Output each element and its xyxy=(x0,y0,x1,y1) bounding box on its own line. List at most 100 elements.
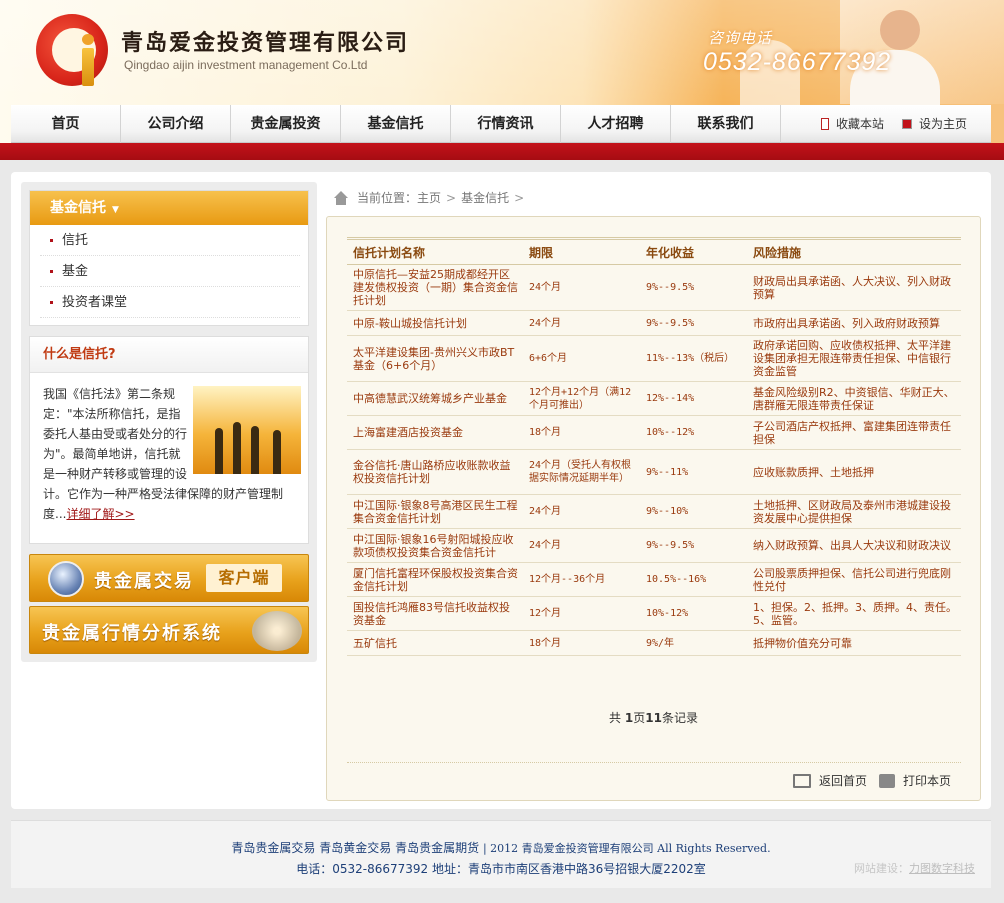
breadcrumb-separator: > xyxy=(446,191,457,205)
footer-copyright: | 2012 青岛爱金投资管理有限公司 All Rights Reserved. xyxy=(482,842,771,855)
header-red-band xyxy=(0,143,1004,160)
main-nav: 首页 公司介绍 贵金属投资 基金信托 行情资讯 人才招聘 联系我们 收藏本站 设… xyxy=(11,105,991,143)
nav-item-market-news[interactable]: 行情资讯 xyxy=(451,105,561,143)
pager-suffix: 条记录 xyxy=(661,711,698,725)
cell-plan-name[interactable]: 上海富建酒店投资基金 xyxy=(347,415,523,450)
nav-item-home[interactable]: 首页 xyxy=(11,105,121,143)
cell-plan-name[interactable]: 中江国际·银象16号射阳城投应收款项债权投资集合资金信托计 xyxy=(347,528,523,563)
logo-dot xyxy=(82,34,94,45)
analysis-system-text: 贵金属行情分析系统 xyxy=(42,623,222,644)
trading-client-text: 贵金属交易 xyxy=(94,571,194,592)
cell-annual-return: 9%--10% xyxy=(640,494,747,529)
learn-more-link[interactable]: 详细了解>> xyxy=(66,507,134,521)
cell-risk-measures: 财政局出具承诺函、人大决议、列入财政预算 xyxy=(747,264,961,311)
cell-term: 12个月 xyxy=(523,596,640,631)
silhouette-2 xyxy=(233,422,241,474)
trust-plan-table: 信托计划名称 期限 年化收益 风险措施 中原信托—安益25期成都经开区建发债权投… xyxy=(347,237,961,656)
hotline-label: 咨询电话 xyxy=(708,29,773,47)
pager-record-count: 11 xyxy=(645,711,662,725)
footer-credit-link[interactable]: 力图数字科技 xyxy=(909,862,975,875)
bookmark-icon xyxy=(821,118,829,130)
cell-plan-name[interactable]: 国投信托鸿雁83号信托收益权投资基金 xyxy=(347,596,523,631)
fund-category-title-text: 基金信托 xyxy=(50,200,106,216)
col-header-annual-return: 年化收益 xyxy=(640,238,747,265)
cell-risk-measures: 基金风险级别R2、中资银信、华财正大、唐群雁无限连带责任保证 xyxy=(747,381,961,416)
content-actions: 返回首页 打印本页 xyxy=(347,762,961,792)
nav-item-contact[interactable]: 联系我们 xyxy=(671,105,781,143)
table-row: 太平洋建设集团-贵州兴义市政BT基金（6+6个月） 6+6个月 11%--13%（税… xyxy=(347,335,961,382)
company-logo-icon[interactable] xyxy=(36,14,108,86)
footer-credit: 网站建设：力图数字科技 xyxy=(854,860,975,876)
what-is-trust-box: 什么是信托? 我国《信托法》第二条规定："本法所称信托，是指委托人基由受或者处分… xyxy=(29,336,309,544)
cell-risk-measures: 抵押物价值充分可靠 xyxy=(747,630,961,656)
table-header-row: 信托计划名称 期限 年化收益 风险措施 xyxy=(347,238,961,265)
cell-risk-measures: 公司股票质押担保、信托公司进行兜底刚性兑付 xyxy=(747,562,961,597)
nav-item-fund-trust[interactable]: 基金信托 xyxy=(341,105,451,143)
cell-plan-name[interactable]: 中江国际·银象8号高港区民生工程集合资金信托计划 xyxy=(347,494,523,529)
cell-term: 24个月 xyxy=(523,528,640,563)
breadcrumb: 当前位置： 主页 > 基金信托 > xyxy=(333,188,529,208)
table-row: 中高德慧武汉统筹城乡产业基金 12个月+12个月（满12个月可推出） 12%--14… xyxy=(347,381,961,416)
breadcrumb-current[interactable]: 基金信托 xyxy=(461,188,509,208)
analysis-system-banner[interactable]: 贵金属行情分析系统 xyxy=(29,606,309,654)
cell-annual-return: 12%--14% xyxy=(640,381,747,416)
hotline-number: 0532-86677392 xyxy=(703,48,892,76)
what-is-trust-title: 什么是信托? xyxy=(30,337,308,373)
cell-plan-name[interactable]: 太平洋建设集团-贵州兴义市政BT基金（6+6个月） xyxy=(347,335,523,382)
fund-category-box: 基金信托 ▼ 信托 基金 投资者课堂 xyxy=(29,190,309,326)
fund-category-title[interactable]: 基金信托 ▼ xyxy=(30,191,308,225)
breadcrumb-home[interactable]: 主页 xyxy=(417,188,441,208)
footer-link-gold-trading[interactable]: 青岛黄金交易 xyxy=(319,841,391,855)
cell-term: 18个月 xyxy=(523,630,640,656)
pager-mid: 页 xyxy=(633,711,646,725)
bookmark-label: 收藏本站 xyxy=(836,117,885,131)
disc-icon xyxy=(252,611,302,651)
nav-item-precious-metals[interactable]: 贵金属投资 xyxy=(231,105,341,143)
table-row: 中江国际·银象16号射阳城投应收款项债权投资集合资金信托计 24个月 9%--9.5… xyxy=(347,528,961,563)
cell-term: 18个月 xyxy=(523,415,640,450)
breadcrumb-separator: > xyxy=(514,191,525,205)
nav-item-careers[interactable]: 人才招聘 xyxy=(561,105,671,143)
cell-term: 24个月 xyxy=(523,264,640,311)
cell-plan-name[interactable]: 五矿信托 xyxy=(347,630,523,656)
cell-plan-name[interactable]: 中高德慧武汉统筹城乡产业基金 xyxy=(347,381,523,416)
cell-plan-name[interactable]: 金谷信托·唐山路桥应收账款收益权投资信托计划 xyxy=(347,449,523,495)
cell-annual-return: 9%--9.5% xyxy=(640,528,747,563)
cell-risk-measures: 1、担保。2、抵押。3、质押。4、责任。5、监管。 xyxy=(747,596,961,631)
cell-risk-measures: 土地抵押、区财政局及泰州市港城建设投资发展中心提供担保 xyxy=(747,494,961,529)
print-page-label: 打印本页 xyxy=(903,774,952,788)
site-footer: 青岛贵金属交易 青岛黄金交易 青岛贵金属期货 | 2012 青岛爱金投资管理有限… xyxy=(11,820,991,888)
cell-plan-name[interactable]: 中原-鞍山城投信托计划 xyxy=(347,310,523,336)
cell-plan-name[interactable]: 中原信托—安益25期成都经开区建发债权投资（一期）集合资金信托计划 xyxy=(347,264,523,311)
table-row: 上海富建酒店投资基金 18个月 10%--12% 子公司酒店产权抵押、富建集团连带责任… xyxy=(347,415,961,450)
photo-head xyxy=(880,10,920,50)
pager-prefix: 共 xyxy=(609,711,625,725)
cell-plan-name[interactable]: 厦门信托富程环保股权投资集合资金信托计划 xyxy=(347,562,523,597)
back-home-button[interactable]: 返回首页 xyxy=(793,772,867,789)
print-page-button[interactable]: 打印本页 xyxy=(879,772,951,789)
table-row: 金谷信托·唐山路桥应收账款收益权投资信托计划 24个月（受托人有权根据实际情况延期… xyxy=(347,449,961,495)
footer-contact: 电话：0532-86677392 地址：青岛市市南区香港中路36号招银大厦220… xyxy=(296,862,706,876)
home-icon xyxy=(333,191,349,205)
cell-term: 24个月 xyxy=(523,494,640,529)
footer-link-precious-futures[interactable]: 青岛贵金属期货 xyxy=(395,841,479,855)
col-header-plan-name: 信托计划名称 xyxy=(347,238,523,265)
company-name-en: Qingdao aijin investment management Co.L… xyxy=(124,58,368,72)
sidebar-item-fund[interactable]: 基金 xyxy=(40,256,300,287)
what-is-trust-text: 我国《信托法》第二条规定："本法所称信托，是指委托人基由受或者处分的行为"。最简… xyxy=(43,384,301,524)
printer-icon xyxy=(879,773,895,788)
trading-client-banner[interactable]: 贵金属交易 客户端 xyxy=(29,554,309,602)
sidebar-item-investor-class[interactable]: 投资者课堂 xyxy=(40,287,300,318)
cell-annual-return: 9%--11% xyxy=(640,449,747,495)
breadcrumb-label: 当前位置： xyxy=(357,191,418,205)
globe-icon xyxy=(48,561,84,597)
set-home-link[interactable]: 设为主页 xyxy=(902,105,967,143)
table-row: 中原-鞍山城投信托计划 24个月 9%--9.5% 市政府出具承诺函、列入政府财政预算 xyxy=(347,310,961,336)
footer-link-precious-trading[interactable]: 青岛贵金属交易 xyxy=(231,841,315,855)
cell-annual-return: 9%--9.5% xyxy=(640,310,747,336)
bookmark-link[interactable]: 收藏本站 xyxy=(821,105,884,143)
nav-item-about[interactable]: 公司介绍 xyxy=(121,105,231,143)
silhouette-4 xyxy=(273,430,281,474)
cell-risk-measures: 政府承诺回购、应收债权抵押、太平洋建设集团承担无限连带责任担保、中信银行资金监管 xyxy=(747,335,961,382)
sidebar-item-trust[interactable]: 信托 xyxy=(40,225,300,256)
